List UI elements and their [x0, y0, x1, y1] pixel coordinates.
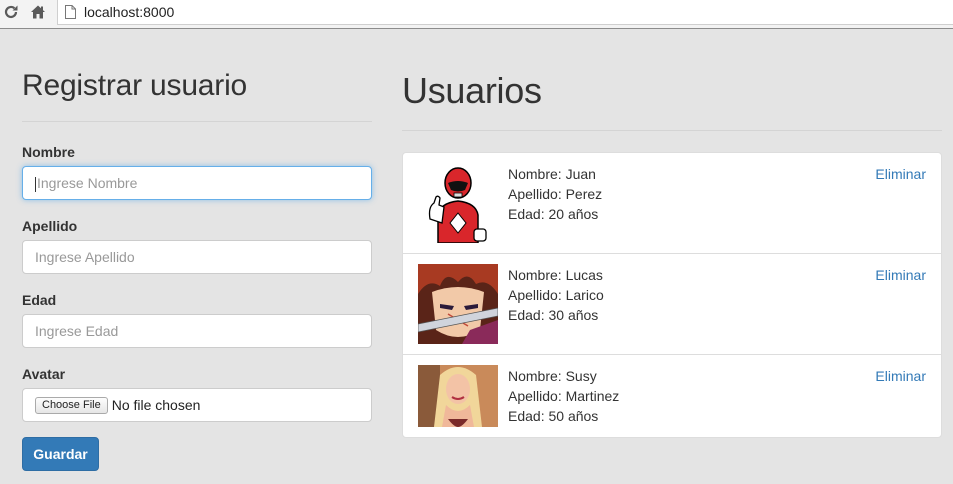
delete-user-link[interactable]: Eliminar — [875, 265, 926, 285]
user-edad: Edad: 50 años — [508, 408, 599, 424]
user-edad: Edad: 20 años — [508, 206, 599, 222]
user-nombre: Nombre: Juan — [508, 166, 596, 182]
red-ranger-avatar-icon — [418, 163, 498, 243]
edad-label: Edad — [22, 292, 57, 308]
user-info: Nombre: Susy Apellido: Martinez Edad: 50… — [508, 366, 619, 426]
delete-user-link[interactable]: Eliminar — [875, 366, 926, 386]
user-row: Nombre: Lucas Apellido: Larico Edad: 30 … — [403, 254, 941, 355]
blonde-woman-avatar-icon — [418, 365, 498, 427]
reload-icon[interactable] — [2, 2, 20, 22]
nombre-label: Nombre — [22, 144, 75, 160]
apellido-label: Apellido — [22, 218, 78, 234]
user-row: Nombre: Juan Apellido: Perez Edad: 20 añ… — [403, 153, 941, 254]
user-info: Nombre: Juan Apellido: Perez Edad: 20 añ… — [508, 164, 602, 224]
user-row: Nombre: Susy Apellido: Martinez Edad: 50… — [403, 355, 941, 437]
nombre-input[interactable]: Ingrese Nombre — [22, 166, 372, 200]
user-apellido: Apellido: Martinez — [508, 388, 620, 404]
users-divider — [402, 130, 942, 131]
browser-toolbar: localhost:8000 — [0, 0, 953, 29]
form-title: Registrar usuario — [22, 69, 248, 102]
file-status: No file chosen — [111, 397, 201, 413]
choose-file-button[interactable]: Choose File — [35, 396, 108, 414]
page-icon — [65, 4, 77, 20]
user-nombre: Nombre: Susy — [508, 368, 597, 384]
home-icon[interactable] — [29, 2, 47, 22]
avatar-label: Avatar — [22, 366, 66, 382]
anime-swordsman-avatar-icon — [418, 264, 498, 344]
users-title: Usuarios — [402, 70, 542, 111]
user-edad: Edad: 30 años — [508, 307, 599, 323]
users-panel: Usuarios Nombre: Juan Apellido: Perez Ed… — [402, 29, 942, 438]
user-nombre: Nombre: Lucas — [508, 267, 603, 283]
save-button[interactable]: Guardar — [22, 437, 99, 471]
register-form: Registrar usuario Nombre Ingrese Nombre … — [22, 29, 372, 471]
user-list: Nombre: Juan Apellido: Perez Edad: 20 añ… — [402, 152, 942, 438]
avatar-file-field: Choose File No file chosen — [22, 388, 372, 422]
edad-input[interactable]: Ingrese Edad — [22, 314, 372, 348]
address-bar[interactable]: localhost:8000 — [57, 0, 953, 25]
user-info: Nombre: Lucas Apellido: Larico Edad: 30 … — [508, 265, 604, 325]
apellido-input[interactable]: Ingrese Apellido — [22, 240, 372, 274]
form-divider — [22, 121, 372, 122]
user-apellido: Apellido: Perez — [508, 186, 603, 202]
address-url: localhost:8000 — [84, 4, 175, 20]
delete-user-link[interactable]: Eliminar — [875, 164, 926, 184]
user-apellido: Apellido: Larico — [508, 287, 604, 303]
